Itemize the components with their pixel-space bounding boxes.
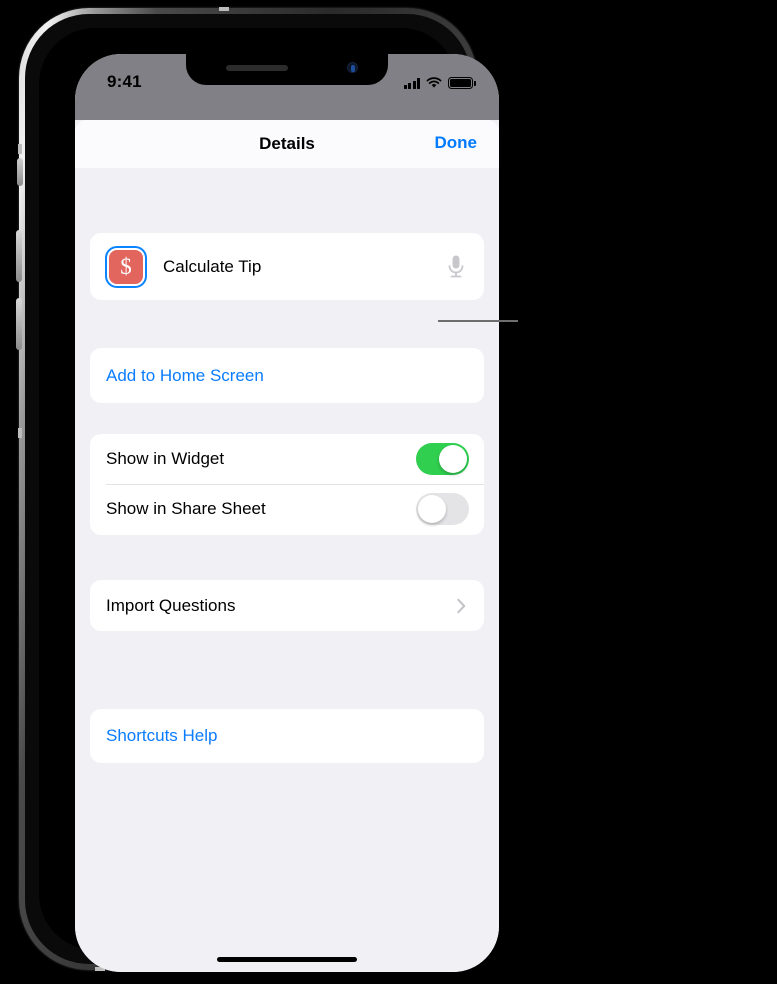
shortcut-icon[interactable]: $: [105, 245, 147, 288]
details-content: $ Calculate Tip Add to Home Screen Show …: [75, 168, 499, 972]
shortcuts-help-row[interactable]: Shortcuts Help: [90, 709, 484, 763]
wifi-icon: [426, 77, 442, 88]
callout-leader-line: [438, 320, 518, 322]
status-bar: 9:41: [75, 54, 499, 120]
silence-switch-button[interactable]: [17, 158, 23, 186]
done-button[interactable]: Done: [435, 133, 478, 153]
navigation-bar: Details Done: [75, 120, 499, 168]
home-indicator[interactable]: [217, 957, 357, 962]
shortcut-card[interactable]: $ Calculate Tip: [90, 233, 484, 300]
import-questions-row[interactable]: Import Questions: [90, 580, 484, 631]
add-to-home-screen-label: Add to Home Screen: [106, 365, 264, 385]
cellular-signal-icon: [403, 78, 420, 89]
show-in-share-sheet-toggle[interactable]: [416, 493, 469, 525]
show-in-widget-toggle[interactable]: [416, 443, 469, 475]
dollar-sign-icon: $: [109, 249, 143, 284]
status-bar-time: 9:41: [107, 72, 142, 91]
phone-frame-inner: 9:41 Details Done $ Calculate Tip Add to…: [25, 14, 499, 972]
show-in-share-sheet-label: Show in Share Sheet: [106, 499, 266, 518]
notch: [186, 54, 388, 85]
shortcuts-help-card[interactable]: Shortcuts Help: [90, 709, 484, 763]
shortcut-row[interactable]: $ Calculate Tip: [90, 233, 484, 300]
show-in-share-sheet-row[interactable]: Show in Share Sheet: [90, 484, 484, 534]
phone-device-frame: 9:41 Details Done $ Calculate Tip Add to…: [16, 7, 499, 972]
phone-screen: 9:41 Details Done $ Calculate Tip Add to…: [75, 54, 499, 972]
shortcuts-help-label: Shortcuts Help: [106, 726, 218, 745]
battery-icon: [448, 77, 476, 89]
antenna-band-left-upper: [18, 144, 22, 154]
import-questions-label: Import Questions: [106, 595, 236, 615]
add-to-home-screen-card[interactable]: Add to Home Screen: [90, 348, 484, 403]
screenshot-stage: 9:41 Details Done $ Calculate Tip Add to…: [0, 0, 777, 984]
volume-up-button[interactable]: [16, 230, 22, 282]
toggle-knob: [418, 495, 446, 523]
add-to-home-screen-row[interactable]: Add to Home Screen: [90, 348, 484, 403]
import-questions-card[interactable]: Import Questions: [90, 580, 484, 631]
toggles-card: Show in Widget Show in Share Sheet: [90, 434, 484, 535]
show-in-widget-label: Show in Widget: [106, 449, 225, 468]
show-in-widget-row[interactable]: Show in Widget: [90, 434, 484, 485]
shortcut-icon-glyph: $: [120, 254, 132, 279]
shortcut-name-label: Calculate Tip: [163, 256, 262, 276]
chevron-right-icon: [457, 598, 466, 613]
toggle-knob: [439, 445, 467, 473]
front-camera-icon: [347, 62, 358, 73]
antenna-band-top: [219, 7, 229, 11]
status-bar-indicators: [403, 75, 476, 89]
microphone-icon[interactable]: [446, 254, 466, 280]
volume-down-button[interactable]: [16, 298, 22, 350]
phone-bezel: 9:41 Details Done $ Calculate Tip Add to…: [39, 28, 499, 972]
antenna-band-left-lower: [18, 428, 22, 438]
earpiece-speaker: [226, 65, 288, 71]
